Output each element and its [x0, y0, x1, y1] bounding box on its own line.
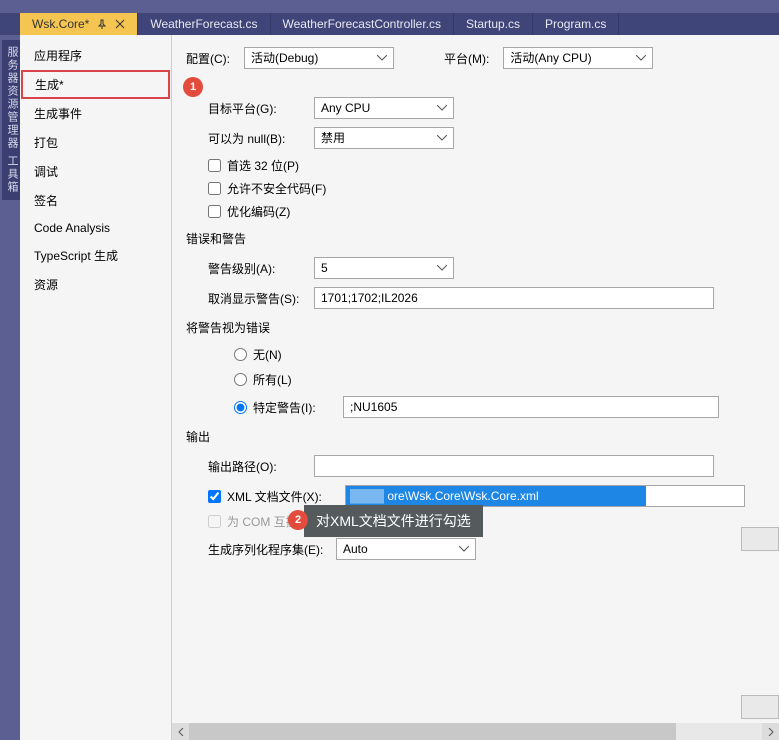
tab-startup[interactable]: Startup.cs — [454, 13, 533, 35]
sidebar-item-signing[interactable]: 签名 — [20, 186, 171, 215]
optimize-label: 优化编码(Z) — [227, 203, 290, 220]
tab-label: Startup.cs — [466, 17, 520, 31]
vertical-toolwindow-tab[interactable]: 服务器资源管理器 工具箱 — [2, 40, 22, 200]
prefer-32bit-label: 首选 32 位(P) — [227, 157, 299, 174]
nullable-select[interactable]: 禁用 — [314, 127, 454, 149]
sidebar-item-build[interactable]: 生成* — [21, 70, 170, 99]
suppress-warnings-label: 取消显示警告(S): — [208, 290, 314, 307]
sidebar-item-package[interactable]: 打包 — [20, 128, 171, 157]
tab-label: WeatherForecast.cs — [150, 17, 257, 31]
xml-doc-checkbox[interactable] — [208, 490, 221, 503]
treat-all-radio[interactable] — [234, 373, 247, 386]
annotation-callout-1: 1 — [183, 77, 203, 97]
output-path-label: 输出路径(O): — [208, 458, 314, 475]
sidebar-item-debug[interactable]: 调试 — [20, 157, 171, 186]
tab-wsk-core[interactable]: Wsk.Core* — [20, 13, 138, 35]
unsafe-code-checkbox[interactable] — [208, 182, 221, 195]
serializer-label: 生成序列化程序集(E): — [208, 541, 336, 558]
sidebar-item-resources[interactable]: 资源 — [20, 270, 171, 299]
browse-output-button[interactable] — [741, 527, 779, 551]
config-label: 配置(C): — [186, 50, 230, 67]
sidebar-item-typescript[interactable]: TypeScript 生成 — [20, 241, 171, 270]
com-register-checkbox — [208, 515, 221, 528]
platform-label: 平台(M): — [444, 50, 489, 67]
target-platform-select[interactable]: Any CPU — [314, 97, 454, 119]
horizontal-scrollbar[interactable] — [172, 723, 779, 740]
scroll-right-icon[interactable] — [762, 723, 779, 740]
warning-level-select[interactable]: 5 — [314, 257, 454, 279]
advanced-button[interactable] — [741, 695, 779, 719]
tab-weather-controller[interactable]: WeatherForecastController.cs — [271, 13, 455, 35]
scroll-thumb[interactable] — [189, 723, 676, 740]
treat-specific-radio[interactable] — [234, 401, 247, 414]
project-properties-pane: 应用程序 生成* 生成事件 打包 调试 签名 Code Analysis Typ… — [20, 35, 779, 740]
output-section-header: 输出 — [186, 428, 779, 445]
nullable-label: 可以为 null(B): — [208, 130, 314, 147]
tab-label: Wsk.Core* — [32, 17, 89, 31]
xml-doc-path-text: ore\Wsk.Core\Wsk.Core.xml — [387, 489, 538, 503]
platform-select[interactable]: 活动(Any CPU) — [503, 47, 653, 69]
scroll-left-icon[interactable] — [172, 723, 189, 740]
target-platform-label: 目标平台(G): — [208, 100, 314, 117]
tab-label: WeatherForecastController.cs — [283, 17, 442, 31]
annotation-tooltip: 对XML文档文件进行勾选 — [304, 505, 483, 537]
treat-none-radio[interactable] — [234, 348, 247, 361]
treat-section-header: 将警告视为错误 — [186, 319, 779, 336]
unsafe-code-label: 允许不安全代码(F) — [227, 180, 326, 197]
sidebar-item-build-events[interactable]: 生成事件 — [20, 99, 171, 128]
close-icon[interactable] — [115, 19, 125, 29]
annotation-callout-2: 2 — [288, 510, 308, 530]
warning-level-label: 警告级别(A): — [208, 260, 314, 277]
prefer-32bit-checkbox[interactable] — [208, 159, 221, 172]
build-settings-content: 配置(C): 活动(Debug) 平台(M): 活动(Any CPU) 目标平台… — [172, 35, 779, 740]
output-path-input[interactable] — [314, 455, 714, 477]
tab-program[interactable]: Program.cs — [533, 13, 619, 35]
treat-none-label: 无(N) — [253, 346, 282, 363]
tab-weather-forecast[interactable]: WeatherForecast.cs — [138, 13, 270, 35]
config-select[interactable]: 活动(Debug) — [244, 47, 394, 69]
xml-doc-label: XML 文档文件(X): — [227, 488, 339, 505]
treat-specific-label: 特定警告(I): — [253, 399, 337, 416]
optimize-checkbox[interactable] — [208, 205, 221, 218]
sidebar-item-code-analysis[interactable]: Code Analysis — [20, 215, 171, 241]
serializer-select[interactable]: Auto — [336, 538, 476, 560]
properties-sidebar: 应用程序 生成* 生成事件 打包 调试 签名 Code Analysis Typ… — [20, 35, 172, 740]
treat-specific-input[interactable] — [343, 396, 719, 418]
suppress-warnings-input[interactable] — [314, 287, 714, 309]
sidebar-item-application[interactable]: 应用程序 — [20, 41, 171, 70]
treat-all-label: 所有(L) — [253, 371, 292, 388]
tab-label: Program.cs — [545, 17, 606, 31]
errors-section-header: 错误和警告 — [186, 230, 779, 247]
document-tabs: Wsk.Core* WeatherForecast.cs WeatherFore… — [0, 13, 779, 35]
pin-icon[interactable] — [97, 19, 107, 29]
